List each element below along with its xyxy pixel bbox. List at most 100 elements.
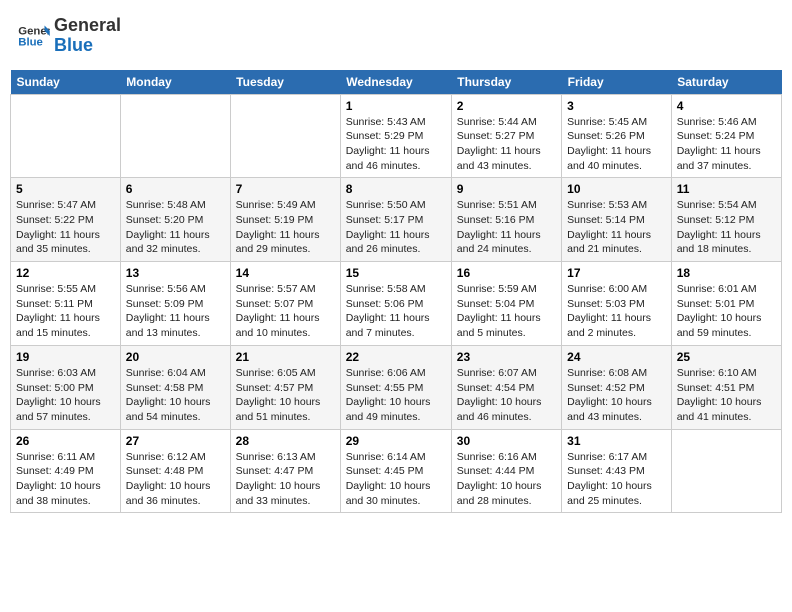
- day-info: Sunrise: 6:08 AMSunset: 4:52 PMDaylight:…: [567, 366, 666, 425]
- day-number: 7: [236, 182, 335, 196]
- day-cell-15: 15 Sunrise: 5:58 AMSunset: 5:06 PMDayligh…: [340, 262, 451, 346]
- logo-icon: General Blue: [18, 22, 50, 50]
- day-number: 27: [126, 434, 225, 448]
- day-cell-26: 26 Sunrise: 6:11 AMSunset: 4:49 PMDayligh…: [11, 429, 121, 513]
- day-cell-empty: [671, 429, 781, 513]
- day-number: 6: [126, 182, 225, 196]
- day-cell-28: 28 Sunrise: 6:13 AMSunset: 4:47 PMDayligh…: [230, 429, 340, 513]
- day-number: 21: [236, 350, 335, 364]
- day-cell-16: 16 Sunrise: 5:59 AMSunset: 5:04 PMDayligh…: [451, 262, 561, 346]
- day-number: 10: [567, 182, 666, 196]
- day-cell-23: 23 Sunrise: 6:07 AMSunset: 4:54 PMDayligh…: [451, 345, 561, 429]
- day-number: 18: [677, 266, 776, 280]
- day-number: 28: [236, 434, 335, 448]
- day-cell-empty: [11, 94, 121, 178]
- day-cell-10: 10 Sunrise: 5:53 AMSunset: 5:14 PMDayligh…: [562, 178, 672, 262]
- day-info: Sunrise: 6:13 AMSunset: 4:47 PMDaylight:…: [236, 450, 335, 509]
- day-number: 4: [677, 99, 776, 113]
- day-cell-3: 3 Sunrise: 5:45 AMSunset: 5:26 PMDaylight…: [562, 94, 672, 178]
- day-info: Sunrise: 5:49 AMSunset: 5:19 PMDaylight:…: [236, 198, 335, 257]
- day-number: 25: [677, 350, 776, 364]
- calendar-table: SundayMondayTuesdayWednesdayThursdayFrid…: [10, 70, 782, 514]
- day-cell-4: 4 Sunrise: 5:46 AMSunset: 5:24 PMDaylight…: [671, 94, 781, 178]
- day-cell-8: 8 Sunrise: 5:50 AMSunset: 5:17 PMDaylight…: [340, 178, 451, 262]
- day-number: 1: [346, 99, 446, 113]
- day-info: Sunrise: 6:06 AMSunset: 4:55 PMDaylight:…: [346, 366, 446, 425]
- day-cell-30: 30 Sunrise: 6:16 AMSunset: 4:44 PMDayligh…: [451, 429, 561, 513]
- day-cell-1: 1 Sunrise: 5:43 AMSunset: 5:29 PMDaylight…: [340, 94, 451, 178]
- day-info: Sunrise: 5:54 AMSunset: 5:12 PMDaylight:…: [677, 198, 776, 257]
- day-info: Sunrise: 6:12 AMSunset: 4:48 PMDaylight:…: [126, 450, 225, 509]
- day-info: Sunrise: 5:50 AMSunset: 5:17 PMDaylight:…: [346, 198, 446, 257]
- day-cell-9: 9Sunrise: 5:51 AMSunset: 5:16 PMDaylight…: [451, 178, 561, 262]
- day-info: Sunrise: 5:59 AMSunset: 5:04 PMDaylight:…: [457, 282, 556, 341]
- day-info: Sunrise: 6:14 AMSunset: 4:45 PMDaylight:…: [346, 450, 446, 509]
- weekday-header-wednesday: Wednesday: [340, 70, 451, 95]
- day-info: Sunrise: 6:05 AMSunset: 4:57 PMDaylight:…: [236, 366, 335, 425]
- day-number: 26: [16, 434, 115, 448]
- day-info: Sunrise: 5:53 AMSunset: 5:14 PMDaylight:…: [567, 198, 666, 257]
- day-number: 12: [16, 266, 115, 280]
- weekday-header-monday: Monday: [120, 70, 230, 95]
- day-cell-20: 20 Sunrise: 6:04 AMSunset: 4:58 PMDayligh…: [120, 345, 230, 429]
- day-info: Sunrise: 5:57 AMSunset: 5:07 PMDaylight:…: [236, 282, 335, 341]
- day-number: 30: [457, 434, 556, 448]
- day-cell-12: 12Sunrise: 5:55 AMSunset: 5:11 PMDayligh…: [11, 262, 121, 346]
- day-number: 22: [346, 350, 446, 364]
- day-number: 3: [567, 99, 666, 113]
- page-header: General Blue General Blue: [10, 10, 782, 62]
- day-info: Sunrise: 6:11 AMSunset: 4:49 PMDaylight:…: [16, 450, 115, 509]
- weekday-header-sunday: Sunday: [11, 70, 121, 95]
- day-cell-empty: [120, 94, 230, 178]
- day-number: 17: [567, 266, 666, 280]
- day-number: 5: [16, 182, 115, 196]
- day-info: Sunrise: 5:43 AMSunset: 5:29 PMDaylight:…: [346, 115, 446, 174]
- day-number: 19: [16, 350, 115, 364]
- day-info: Sunrise: 5:48 AMSunset: 5:20 PMDaylight:…: [126, 198, 225, 257]
- weekday-header-thursday: Thursday: [451, 70, 561, 95]
- day-number: 23: [457, 350, 556, 364]
- day-cell-5: 5 Sunrise: 5:47 AMSunset: 5:22 PMDaylight…: [11, 178, 121, 262]
- day-info: Sunrise: 5:47 AMSunset: 5:22 PMDaylight:…: [16, 198, 115, 257]
- day-number: 31: [567, 434, 666, 448]
- day-number: 24: [567, 350, 666, 364]
- day-cell-17: 17 Sunrise: 6:00 AMSunset: 5:03 PMDayligh…: [562, 262, 672, 346]
- day-number: 29: [346, 434, 446, 448]
- day-cell-13: 13 Sunrise: 5:56 AMSunset: 5:09 PMDayligh…: [120, 262, 230, 346]
- logo-text: General Blue: [54, 16, 121, 56]
- day-cell-19: 19 Sunrise: 6:03 AMSunset: 5:00 PMDayligh…: [11, 345, 121, 429]
- day-info: Sunrise: 6:00 AMSunset: 5:03 PMDaylight:…: [567, 282, 666, 341]
- weekday-header-saturday: Saturday: [671, 70, 781, 95]
- weekday-header-tuesday: Tuesday: [230, 70, 340, 95]
- day-number: 13: [126, 266, 225, 280]
- day-info: Sunrise: 6:04 AMSunset: 4:58 PMDaylight:…: [126, 366, 225, 425]
- day-info: Sunrise: 5:45 AMSunset: 5:26 PMDaylight:…: [567, 115, 666, 174]
- day-info: Sunrise: 6:17 AMSunset: 4:43 PMDaylight:…: [567, 450, 666, 509]
- day-cell-11: 11 Sunrise: 5:54 AMSunset: 5:12 PMDayligh…: [671, 178, 781, 262]
- day-cell-7: 7 Sunrise: 5:49 AMSunset: 5:19 PMDaylight…: [230, 178, 340, 262]
- day-cell-31: 31 Sunrise: 6:17 AMSunset: 4:43 PMDayligh…: [562, 429, 672, 513]
- day-cell-2: 2Sunrise: 5:44 AMSunset: 5:27 PMDaylight…: [451, 94, 561, 178]
- day-number: 20: [126, 350, 225, 364]
- day-cell-27: 27 Sunrise: 6:12 AMSunset: 4:48 PMDayligh…: [120, 429, 230, 513]
- day-cell-14: 14 Sunrise: 5:57 AMSunset: 5:07 PMDayligh…: [230, 262, 340, 346]
- day-info: Sunrise: 6:03 AMSunset: 5:00 PMDaylight:…: [16, 366, 115, 425]
- day-cell-25: 25Sunrise: 6:10 AMSunset: 4:51 PMDayligh…: [671, 345, 781, 429]
- day-number: 16: [457, 266, 556, 280]
- day-number: 11: [677, 182, 776, 196]
- day-number: 15: [346, 266, 446, 280]
- day-number: 8: [346, 182, 446, 196]
- day-info: Sunrise: 5:56 AMSunset: 5:09 PMDaylight:…: [126, 282, 225, 341]
- day-cell-29: 29 Sunrise: 6:14 AMSunset: 4:45 PMDayligh…: [340, 429, 451, 513]
- day-cell-24: 24 Sunrise: 6:08 AMSunset: 4:52 PMDayligh…: [562, 345, 672, 429]
- day-info: Sunrise: 5:58 AMSunset: 5:06 PMDaylight:…: [346, 282, 446, 341]
- day-cell-22: 22 Sunrise: 6:06 AMSunset: 4:55 PMDayligh…: [340, 345, 451, 429]
- weekday-header-friday: Friday: [562, 70, 672, 95]
- day-info: Sunrise: 6:16 AMSunset: 4:44 PMDaylight:…: [457, 450, 556, 509]
- day-number: 9: [457, 182, 556, 196]
- day-info: Sunrise: 5:46 AMSunset: 5:24 PMDaylight:…: [677, 115, 776, 174]
- svg-text:Blue: Blue: [18, 36, 43, 48]
- day-info: Sunrise: 6:07 AMSunset: 4:54 PMDaylight:…: [457, 366, 556, 425]
- logo: General Blue General Blue: [18, 16, 121, 56]
- day-number: 14: [236, 266, 335, 280]
